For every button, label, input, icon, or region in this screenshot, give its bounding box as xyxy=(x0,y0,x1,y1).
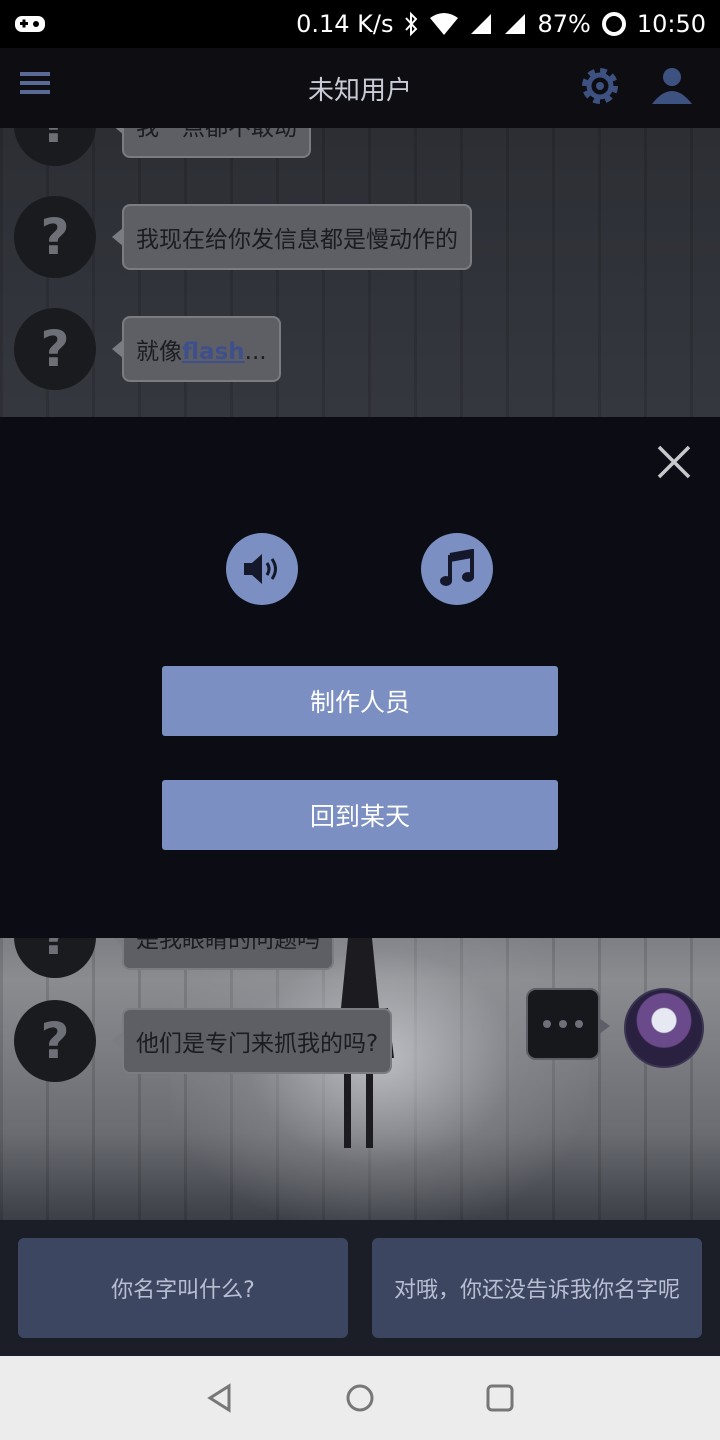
back-to-day-button[interactable]: 回到某天 xyxy=(162,780,558,850)
nav-back-button[interactable] xyxy=(200,1378,240,1418)
close-button[interactable] xyxy=(654,442,694,482)
unknown-avatar: ? xyxy=(14,128,96,166)
message-bubble: 我现在给你发信息都是慢动作的 xyxy=(112,204,472,270)
sound-toggle-button[interactable] xyxy=(226,533,298,605)
chat-message: ? 我现在给你发信息都是慢动作的 xyxy=(14,196,472,278)
wifi-icon xyxy=(430,13,459,35)
unknown-avatar: ? xyxy=(14,308,96,390)
message-link[interactable]: flash xyxy=(182,339,245,365)
cell-signal-icon-2 xyxy=(505,14,526,34)
back-icon xyxy=(207,1383,231,1413)
chat-message: ? 我一点都不敢动 xyxy=(14,128,311,166)
profile-button[interactable] xyxy=(650,64,696,110)
typing-dot xyxy=(543,1020,551,1028)
app-header: 未知用户 xyxy=(0,48,720,128)
home-icon xyxy=(346,1384,374,1412)
reply-option[interactable]: 对哦，你还没告诉我你名字呢 xyxy=(372,1238,702,1338)
unknown-avatar: ? xyxy=(14,196,96,278)
network-speed: 0.14 K/s xyxy=(296,10,394,38)
cell-signal-icon xyxy=(471,14,492,34)
game-controller-icon xyxy=(15,16,45,32)
recents-icon xyxy=(486,1384,514,1412)
message-bubble: 就像flash... xyxy=(112,316,281,382)
typing-dot xyxy=(559,1020,567,1028)
speaker-icon xyxy=(244,554,277,584)
system-nav-bar xyxy=(0,1356,720,1440)
close-icon xyxy=(657,445,691,479)
status-bar: 0.14 K/s 87% 10:50 xyxy=(0,0,720,48)
reply-bar: 你名字叫什么? 对哦，你还没告诉我你名字呢 xyxy=(0,1220,720,1356)
chat-message: ? 他们是专门来抓我的吗? xyxy=(14,1000,393,1082)
player-avatar[interactable] xyxy=(624,988,704,1068)
unknown-avatar: ? xyxy=(14,1000,96,1082)
typing-dot xyxy=(575,1020,583,1028)
person-icon xyxy=(652,68,692,104)
nav-home-button[interactable] xyxy=(340,1378,380,1418)
reply-option[interactable]: 你名字叫什么? xyxy=(18,1238,348,1338)
music-toggle-button[interactable] xyxy=(421,533,493,605)
message-bubble: 我一点都不敢动 xyxy=(112,128,311,158)
typing-indicator xyxy=(526,988,610,1060)
bluetooth-icon xyxy=(405,11,418,37)
message-bubble: 他们是专门来抓我的吗? xyxy=(111,1008,393,1074)
chat-message: ? 就像flash... xyxy=(14,308,281,390)
battery-percent: 87% xyxy=(537,10,591,38)
credits-button[interactable]: 制作人员 xyxy=(162,666,558,736)
message-text: 就像 xyxy=(136,339,182,365)
battery-ring-icon xyxy=(601,12,626,36)
music-note-icon xyxy=(440,549,474,586)
nav-recents-button[interactable] xyxy=(480,1378,520,1418)
gear-icon xyxy=(582,68,618,104)
clock: 10:50 xyxy=(636,10,706,38)
message-text: ... xyxy=(244,339,267,365)
settings-button[interactable] xyxy=(578,64,624,110)
